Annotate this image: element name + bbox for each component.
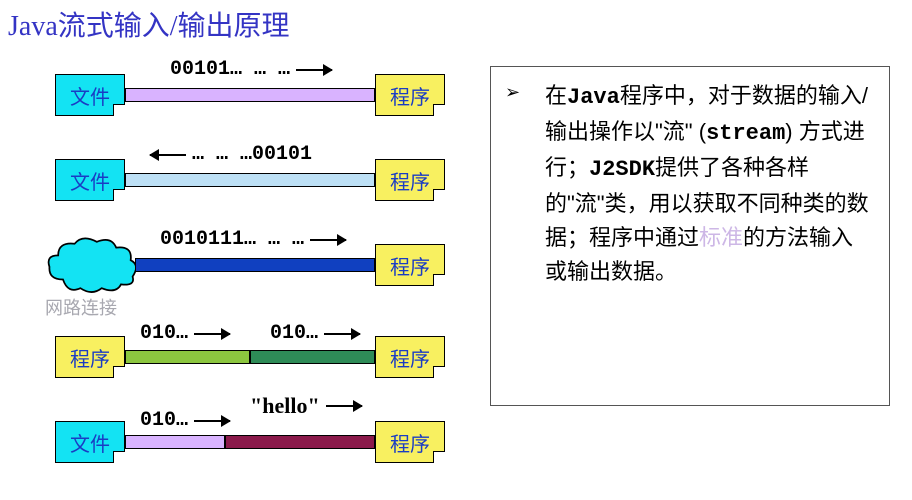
- stream-diagram: 文件 00101… … … 程序 文件 … … …00101 程序: [50, 50, 470, 482]
- node-label: 程序: [390, 428, 430, 457]
- target-program-node: 程序: [375, 421, 445, 463]
- stream-bar: [125, 173, 375, 187]
- stream-bits-label: 0010111… … …: [160, 228, 346, 251]
- source-file-node: 文件: [55, 421, 125, 463]
- arrow-right-icon: [310, 239, 346, 241]
- stream-bits-label: … … …00101: [150, 143, 312, 166]
- row-program-to-program: 程序 010… 010… 程序: [50, 312, 470, 392]
- node-label: 程序: [390, 166, 430, 195]
- target-file-node: 文件: [55, 159, 125, 201]
- node-label: 文件: [70, 428, 110, 457]
- stream-bar: [125, 88, 375, 102]
- stream-bar-2: [250, 350, 375, 364]
- stream-bar-1: [125, 350, 250, 364]
- node-label: 程序: [70, 343, 110, 372]
- stream-bar-1: [125, 435, 225, 449]
- node-label: 文件: [70, 166, 110, 195]
- explanation-text: 在Java程序中，对于数据的输入/输出操作以"流" (stream) 方式进行；…: [545, 79, 871, 290]
- row-program-to-file: 文件 … … …00101 程序: [50, 135, 470, 215]
- arrow-left-icon: [150, 154, 186, 156]
- node-label: 程序: [390, 81, 430, 110]
- cloud-icon: [42, 236, 142, 294]
- stream-bar: [135, 258, 375, 272]
- row-network-to-program: 0010111… … … 程序 网路连接: [50, 220, 470, 300]
- row-file-hello-program: 文件 010… "hello" 程序: [50, 397, 470, 477]
- target-program-node: 程序: [375, 244, 445, 286]
- source-program-node: 程序: [55, 336, 125, 378]
- arrow-right-icon: [324, 333, 360, 335]
- node-label: 程序: [390, 251, 430, 280]
- stream-bits-label: 010…: [140, 409, 230, 432]
- arrow-right-icon: [194, 420, 230, 422]
- target-program-node: 程序: [375, 336, 445, 378]
- bullet-icon: ➢: [505, 79, 545, 290]
- stream-bits-label: 00101… … …: [170, 58, 332, 81]
- node-label: 文件: [70, 81, 110, 110]
- row-file-to-program: 文件 00101… … … 程序: [50, 50, 470, 130]
- stream-bar-2: [225, 435, 375, 449]
- arrow-right-icon: [194, 333, 230, 335]
- page-title: Java流式输入/输出原理: [8, 4, 290, 44]
- arrow-right-icon: [326, 405, 362, 407]
- hello-label: "hello": [250, 393, 362, 419]
- source-program-node: 程序: [375, 159, 445, 201]
- explanation-box: ➢ 在Java程序中，对于数据的输入/输出操作以"流" (stream) 方式进…: [490, 66, 890, 406]
- stream-bits-label-2: 010…: [270, 322, 360, 345]
- arrow-right-icon: [296, 69, 332, 71]
- target-program-node: 程序: [375, 74, 445, 116]
- stream-bits-label-1: 010…: [140, 322, 230, 345]
- source-file-node: 文件: [55, 74, 125, 116]
- node-label: 程序: [390, 343, 430, 372]
